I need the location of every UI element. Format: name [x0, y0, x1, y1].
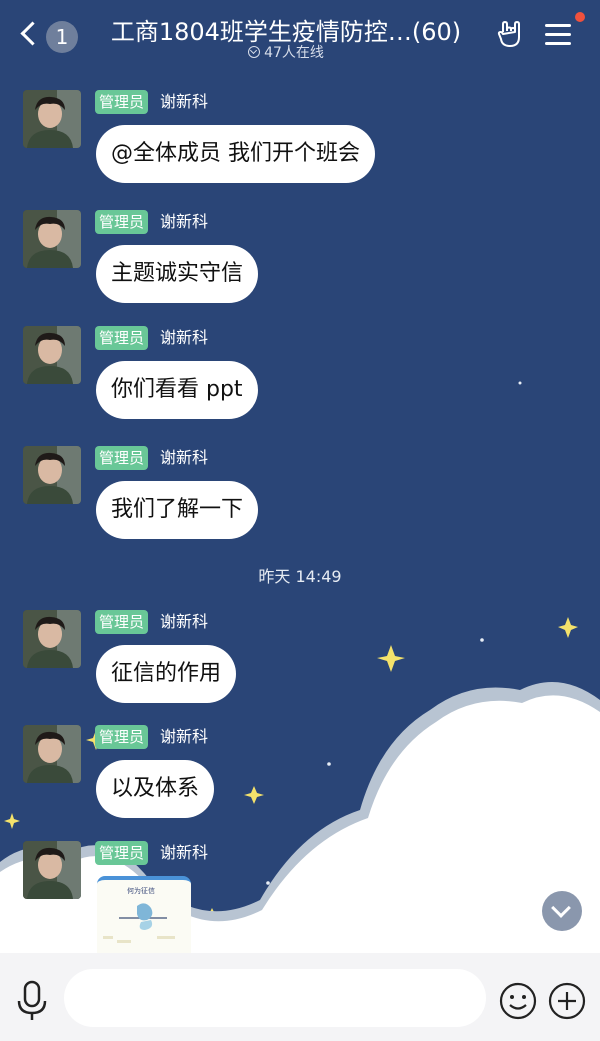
image-message[interactable]: 何为征信 [97, 876, 191, 960]
message-bubble[interactable]: @全体成员 我们开个班会 [96, 125, 375, 183]
avatar[interactable] [23, 841, 81, 899]
admin-tag: 管理员 [95, 725, 149, 749]
chevron-left-icon [20, 21, 45, 46]
sender-name: 谢新科 [160, 328, 209, 347]
admin-tag: 管理员 [95, 90, 149, 114]
message-timestamp: 昨天 14:49 [258, 567, 342, 586]
plus-icon[interactable] [548, 982, 586, 1020]
microphone-icon[interactable] [14, 979, 50, 1023]
emoji-icon[interactable] [499, 982, 537, 1020]
back-button[interactable]: 1 [18, 18, 80, 56]
message-input[interactable] [64, 969, 486, 1027]
message-bubble[interactable]: 以及体系 [96, 760, 215, 818]
admin-tag: 管理员 [95, 841, 149, 865]
chat-header: 1 工商1804班学生疫情防控…(60) 47人在线 [0, 0, 600, 70]
chevron-down-icon [551, 898, 571, 918]
message-bubble[interactable]: 你们看看 ppt [96, 361, 258, 419]
avatar[interactable] [23, 725, 81, 783]
avatar[interactable] [23, 210, 81, 268]
rock-hand-icon[interactable] [494, 18, 526, 50]
admin-tag: 管理员 [95, 210, 149, 234]
avatar[interactable] [23, 610, 81, 668]
sender-name: 谢新科 [160, 212, 209, 231]
avatar[interactable] [23, 326, 81, 384]
admin-tag: 管理员 [95, 326, 149, 350]
sender-name: 谢新科 [160, 448, 209, 467]
sender-name: 谢新科 [160, 92, 209, 111]
avatar[interactable] [23, 90, 81, 148]
notification-dot [575, 12, 585, 22]
menu-icon[interactable] [545, 22, 573, 48]
online-status[interactable]: 47人在线 [100, 42, 472, 62]
sender-name: 谢新科 [160, 727, 209, 746]
online-dropdown-icon [248, 46, 261, 58]
sender-name: 谢新科 [160, 612, 209, 631]
message-bubble[interactable]: 我们了解一下 [96, 481, 259, 539]
input-bar [0, 953, 600, 1041]
avatar[interactable] [23, 446, 81, 504]
image-caption: 何为征信 [127, 887, 155, 895]
slide-illustration [103, 903, 175, 943]
message-bubble[interactable]: 主题诚实守信 [96, 245, 259, 303]
admin-tag: 管理员 [95, 446, 149, 470]
online-count: 47人在线 [264, 45, 324, 61]
admin-tag: 管理员 [95, 610, 149, 634]
sender-name: 谢新科 [160, 843, 209, 862]
unread-badge: 1 [46, 21, 78, 53]
message-bubble[interactable]: 征信的作用 [96, 645, 237, 703]
scroll-to-bottom-button[interactable] [542, 891, 582, 931]
